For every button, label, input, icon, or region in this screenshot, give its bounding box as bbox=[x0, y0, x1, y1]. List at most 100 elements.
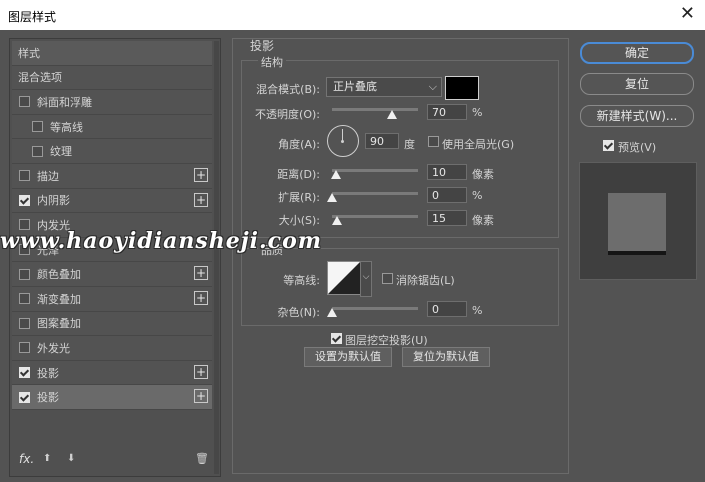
move-down-icon[interactable]: ⬇ bbox=[67, 453, 75, 464]
style-checkbox[interactable] bbox=[19, 293, 30, 305]
style-item-label: 内阴影 bbox=[37, 194, 70, 208]
style-checkbox[interactable] bbox=[19, 194, 30, 206]
style-list-item[interactable]: 图案叠加 bbox=[12, 311, 212, 337]
spread-slider-thumb[interactable] bbox=[327, 193, 337, 202]
angle-input[interactable]: 90 bbox=[365, 133, 399, 149]
style-checkbox[interactable] bbox=[19, 391, 30, 403]
style-checkbox[interactable] bbox=[19, 367, 30, 379]
add-effect-icon[interactable]: + bbox=[194, 389, 208, 404]
blend-mode-select[interactable]: 正片叠底 ⌵ bbox=[326, 77, 442, 97]
angle-dial[interactable] bbox=[327, 125, 359, 157]
style-preview bbox=[579, 162, 697, 280]
scrollbar[interactable] bbox=[214, 41, 219, 474]
blend-color-swatch[interactable] bbox=[445, 76, 479, 100]
style-list-item[interactable]: 混合选项 bbox=[12, 65, 212, 91]
ok-button[interactable]: 确定 bbox=[580, 42, 694, 64]
style-item-label: 等高线 bbox=[50, 120, 83, 134]
style-list-toolbar: fx. ⬆ ⬇ 🗑 bbox=[9, 452, 209, 470]
opacity-slider-thumb[interactable] bbox=[387, 110, 398, 119]
style-list-item[interactable]: 颜色叠加 + bbox=[12, 262, 212, 287]
style-checkbox[interactable] bbox=[19, 342, 30, 354]
size-label: 大小(S): bbox=[278, 214, 320, 227]
style-checkbox[interactable] bbox=[19, 170, 30, 182]
spread-label: 扩展(R): bbox=[278, 191, 320, 204]
noise-input[interactable]: 0 bbox=[427, 301, 467, 317]
add-effect-icon[interactable]: + bbox=[194, 266, 208, 281]
preview-shadow bbox=[608, 251, 666, 255]
distance-label: 距离(D): bbox=[277, 168, 320, 181]
distance-input[interactable]: 10 bbox=[427, 164, 467, 180]
style-list-item[interactable]: 纹理 bbox=[12, 139, 212, 164]
global-light-checkbox[interactable] bbox=[428, 136, 439, 147]
knockout-checkbox[interactable] bbox=[331, 333, 342, 344]
spread-slider[interactable] bbox=[332, 192, 418, 195]
style-list-item[interactable]: 投影 + bbox=[12, 385, 212, 410]
section-title: 投影 bbox=[250, 39, 275, 53]
contour-dropdown[interactable]: ⌵ bbox=[360, 261, 372, 297]
degree-unit: 度 bbox=[404, 138, 415, 151]
noise-slider[interactable] bbox=[332, 307, 418, 310]
style-list-item[interactable]: 外发光 bbox=[12, 336, 212, 361]
knockout-label: 图层挖空投影(U) bbox=[345, 334, 428, 347]
global-light-label: 使用全局光(G) bbox=[442, 138, 515, 151]
opacity-slider[interactable] bbox=[332, 108, 418, 111]
style-item-label: 斜面和浮雕 bbox=[37, 95, 92, 109]
set-default-button[interactable]: 设置为默认值 bbox=[304, 347, 392, 367]
style-list-item[interactable]: 斜面和浮雕 bbox=[12, 90, 212, 115]
style-list-item[interactable]: 投影 + bbox=[12, 360, 212, 386]
style-list-item[interactable]: 等高线 bbox=[12, 114, 212, 140]
distance-unit: 像素 bbox=[472, 168, 494, 181]
opacity-label: 不透明度(O): bbox=[255, 108, 320, 121]
move-up-icon[interactable]: ⬆ bbox=[43, 453, 51, 464]
style-checkbox[interactable] bbox=[19, 96, 30, 108]
add-effect-icon[interactable]: + bbox=[194, 290, 208, 305]
reset-default-button[interactable]: 复位为默认值 bbox=[402, 347, 490, 367]
contour-preview[interactable] bbox=[327, 261, 361, 295]
style-checkbox[interactable] bbox=[32, 145, 43, 157]
spread-input[interactable]: 0 bbox=[427, 187, 467, 203]
antialias-checkbox[interactable] bbox=[382, 273, 393, 284]
add-effect-icon[interactable]: + bbox=[194, 364, 208, 379]
style-checkbox[interactable] bbox=[19, 317, 30, 329]
new-style-button[interactable]: 新建样式(W)... bbox=[580, 105, 694, 127]
size-slider-thumb[interactable] bbox=[332, 216, 343, 225]
add-effect-icon[interactable]: + bbox=[194, 192, 208, 207]
style-list-item[interactable]: 渐变叠加 + bbox=[12, 286, 212, 312]
preview-checkbox[interactable] bbox=[603, 140, 614, 151]
style-list-item[interactable]: 描边 + bbox=[12, 163, 212, 189]
structure-label: 结构 bbox=[258, 54, 286, 70]
add-effect-icon[interactable]: + bbox=[194, 167, 208, 182]
blend-mode-value: 正片叠底 bbox=[333, 80, 377, 93]
style-item-label: 投影 bbox=[37, 391, 59, 405]
style-item-label: 混合选项 bbox=[18, 71, 62, 85]
spread-percent: % bbox=[472, 189, 483, 202]
style-list: 样式 混合选项 斜面和浮雕 等高线 纹理 描边 + 内阴影 + 内发光 光泽 颜色叠加 + 渐变叠加 + 图案… bbox=[12, 41, 212, 410]
opacity-input[interactable]: 70 bbox=[427, 104, 467, 120]
preview-label: 预览(V) bbox=[618, 141, 657, 154]
style-checkbox[interactable] bbox=[19, 268, 30, 280]
style-list-item[interactable]: 样式 bbox=[12, 41, 212, 66]
reset-button[interactable]: 复位 bbox=[580, 73, 694, 95]
size-slider[interactable] bbox=[332, 215, 418, 218]
style-list-item[interactable]: 内阴影 + bbox=[12, 188, 212, 214]
style-item-label: 渐变叠加 bbox=[37, 292, 81, 306]
style-item-label: 投影 bbox=[37, 366, 59, 380]
fx-icon[interactable]: fx. bbox=[19, 452, 34, 466]
style-item-label: 样式 bbox=[18, 46, 40, 60]
style-checkbox[interactable] bbox=[32, 121, 43, 133]
distance-slider[interactable] bbox=[332, 169, 418, 172]
antialias-label: 消除锯齿(L) bbox=[396, 274, 455, 287]
style-item-label: 图案叠加 bbox=[37, 317, 81, 331]
close-icon[interactable]: ✕ bbox=[680, 4, 695, 24]
style-item-label: 外发光 bbox=[37, 341, 70, 355]
distance-slider-thumb[interactable] bbox=[331, 170, 342, 179]
style-list-panel: 样式 混合选项 斜面和浮雕 等高线 纹理 描边 + 内阴影 + 内发光 光泽 颜色叠加 + 渐变叠加 + 图案… bbox=[9, 38, 221, 477]
trash-icon[interactable]: 🗑 bbox=[195, 452, 209, 465]
chevron-down-icon: ⌵ bbox=[428, 80, 437, 93]
style-item-label: 纹理 bbox=[50, 145, 72, 159]
angle-center bbox=[341, 140, 344, 143]
noise-slider-thumb[interactable] bbox=[327, 308, 337, 317]
size-input[interactable]: 15 bbox=[427, 210, 467, 226]
title-bar: 图层样式 ✕ bbox=[0, 0, 705, 30]
contour-curve bbox=[328, 262, 360, 294]
